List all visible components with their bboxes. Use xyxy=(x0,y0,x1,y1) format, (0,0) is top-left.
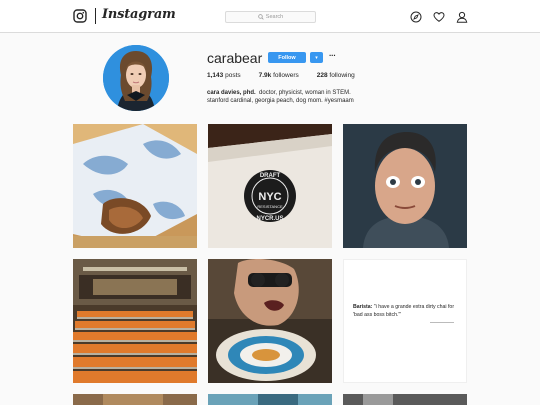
profile-stats: 1,143 posts 7.9k followers 228 following xyxy=(207,72,373,79)
following-label: following xyxy=(327,72,355,79)
sticker-side-text: RESISTANCE xyxy=(257,204,283,209)
more-options-button[interactable]: ··· xyxy=(329,51,336,60)
following-count[interactable]: 228 following xyxy=(317,72,355,79)
followers-count[interactable]: 7.9k followers xyxy=(259,72,299,79)
top-nav: Instagram Search xyxy=(0,0,540,33)
post-thumbnail-row3-1[interactable] xyxy=(73,394,197,405)
heart-icon[interactable] xyxy=(433,11,445,23)
post-thumbnail-sticker[interactable]: DRAFT NYC NYCR.US RESISTANCE xyxy=(208,124,332,248)
posts-count: 1,143 posts xyxy=(207,72,241,79)
nav-divider xyxy=(95,8,96,24)
posts-label: posts xyxy=(223,72,241,79)
profile-avatar[interactable] xyxy=(103,45,169,111)
quote-speaker: Barista: xyxy=(353,304,373,310)
post-thumbnail-sandwich[interactable] xyxy=(73,124,197,248)
followers-label: followers xyxy=(271,72,299,79)
quote-divider xyxy=(430,322,454,323)
post-thumbnail-pie[interactable] xyxy=(208,259,332,383)
search-icon xyxy=(258,14,264,20)
post-thumbnail-row3-2[interactable] xyxy=(208,394,332,405)
compass-icon[interactable] xyxy=(410,11,422,23)
suggestions-dropdown-button[interactable]: ▾ xyxy=(310,52,323,63)
bio-line-2: stanford cardinal, georgia peach, dog mo… xyxy=(207,98,354,104)
search-placeholder: Search xyxy=(265,14,284,20)
following-number: 228 xyxy=(316,72,328,79)
instagram-wordmark[interactable]: Instagram xyxy=(102,7,176,22)
user-icon[interactable] xyxy=(456,11,468,23)
quote-text: Barista: "i have a grande extra dirty ch… xyxy=(353,304,459,319)
profile-bio: cara davies, phd. doctor, physicist, wom… xyxy=(207,89,467,105)
search-input[interactable]: Search xyxy=(225,11,316,23)
profile-full-name: cara davies, phd. xyxy=(207,90,256,96)
follow-button[interactable]: Follow xyxy=(268,52,306,63)
post-thumbnail-row3-3[interactable] xyxy=(343,394,467,405)
followers-number: 7.9k xyxy=(258,72,272,79)
profile-username: carabear xyxy=(207,50,263,66)
instagram-logo-icon[interactable] xyxy=(73,9,87,23)
post-thumbnail-auditorium[interactable] xyxy=(73,259,197,383)
posts-number: 1,143 xyxy=(207,72,224,79)
post-thumbnail-quote[interactable]: Barista: "i have a grande extra dirty ch… xyxy=(343,259,467,383)
bio-line-1: doctor, physicist, woman in STEM. xyxy=(259,90,351,96)
sticker-mid-text: NYC xyxy=(258,191,281,203)
sticker-bottom-text: NYCR.US xyxy=(256,216,283,222)
post-thumbnail-selfie[interactable] xyxy=(343,124,467,248)
sticker-top-text: DRAFT xyxy=(260,173,281,179)
